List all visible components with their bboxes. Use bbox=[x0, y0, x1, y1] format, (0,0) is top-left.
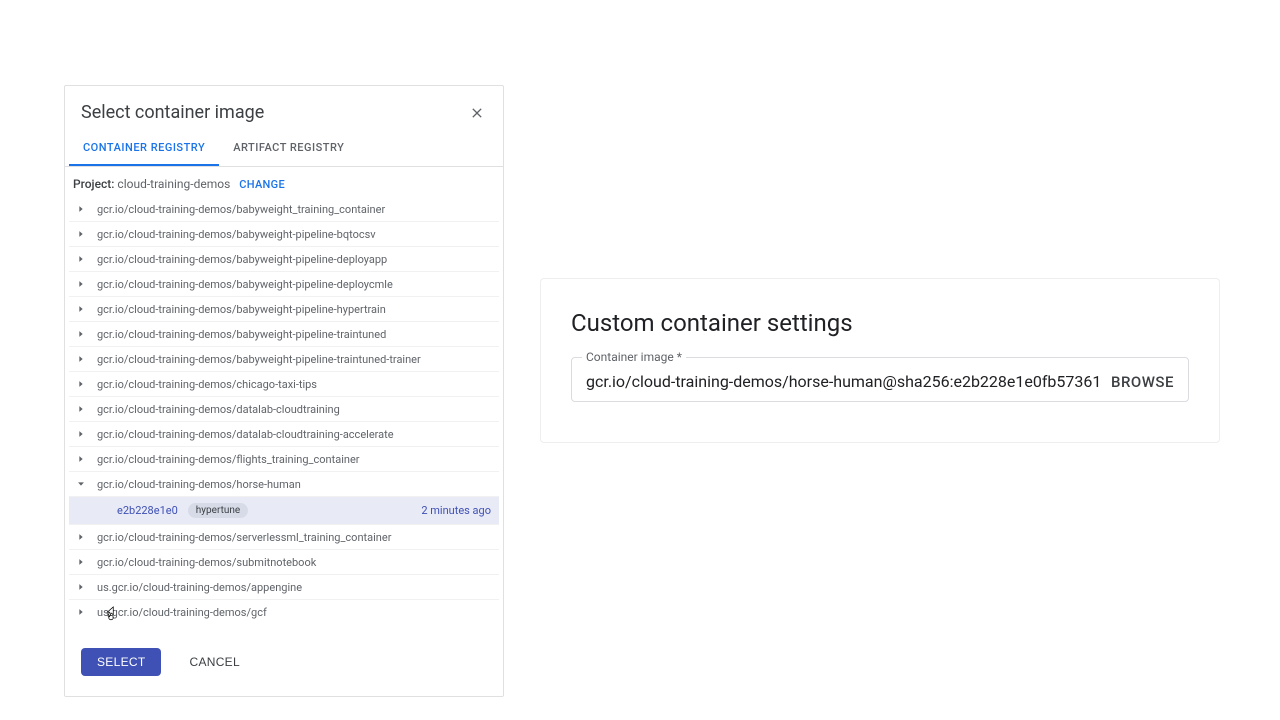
repo-path: gcr.io/cloud-training-demos/babyweight-p… bbox=[97, 353, 495, 366]
chevron-right-icon[interactable] bbox=[73, 554, 89, 570]
panel-title: Custom container settings bbox=[571, 309, 1189, 337]
dialog-actions: SELECT CANCEL bbox=[65, 632, 503, 696]
repo-row[interactable]: gcr.io/cloud-training-demos/babyweight-p… bbox=[69, 297, 499, 322]
repo-row[interactable]: gcr.io/cloud-training-demos/babyweight-p… bbox=[69, 322, 499, 347]
chevron-right-icon[interactable] bbox=[73, 301, 89, 317]
chevron-right-icon[interactable] bbox=[73, 451, 89, 467]
dialog-title: Select container image bbox=[81, 102, 264, 123]
project-name: cloud-training-demos bbox=[117, 177, 230, 191]
change-project-link[interactable]: CHANGE bbox=[239, 178, 285, 191]
project-row: Project: cloud-training-demos CHANGE bbox=[65, 167, 503, 197]
chevron-right-icon[interactable] bbox=[73, 401, 89, 417]
chevron-right-icon[interactable] bbox=[73, 529, 89, 545]
repo-row[interactable]: gcr.io/cloud-training-demos/datalab-clou… bbox=[69, 397, 499, 422]
chevron-down-icon[interactable] bbox=[73, 476, 89, 492]
repo-path: us.gcr.io/cloud-training-demos/gcf bbox=[97, 606, 495, 619]
repo-row[interactable]: gcr.io/cloud-training-demos/chicago-taxi… bbox=[69, 372, 499, 397]
tab-artifact-registry[interactable]: ARTIFACT REGISTRY bbox=[219, 131, 358, 166]
container-image-input[interactable]: gcr.io/cloud-training-demos/horse-human@… bbox=[586, 372, 1101, 391]
image-version-row[interactable]: e2b228e1e0 hypertune 2 minutes ago bbox=[69, 497, 499, 525]
select-button[interactable]: SELECT bbox=[81, 648, 161, 676]
repo-path: gcr.io/cloud-training-demos/datalab-clou… bbox=[97, 428, 495, 441]
chevron-right-icon[interactable] bbox=[73, 426, 89, 442]
dialog-header: Select container image bbox=[65, 86, 503, 131]
browse-button[interactable]: BROWSE bbox=[1111, 373, 1174, 391]
repo-path: gcr.io/cloud-training-demos/submitnotebo… bbox=[97, 556, 495, 569]
repo-row[interactable]: gcr.io/cloud-training-demos/babyweight-p… bbox=[69, 272, 499, 297]
repo-path: us.gcr.io/cloud-training-demos/appengine bbox=[97, 581, 495, 594]
repo-row[interactable]: gcr.io/cloud-training-demos/babyweight-p… bbox=[69, 247, 499, 272]
chevron-right-icon[interactable] bbox=[73, 276, 89, 292]
repo-row[interactable]: gcr.io/cloud-training-demos/babyweight-p… bbox=[69, 222, 499, 247]
image-time: 2 minutes ago bbox=[421, 504, 491, 517]
repo-path: gcr.io/cloud-training-demos/babyweight_t… bbox=[97, 203, 495, 216]
chevron-right-icon[interactable] bbox=[73, 376, 89, 392]
repo-row[interactable]: gcr.io/cloud-training-demos/submitnotebo… bbox=[69, 550, 499, 575]
chevron-right-icon[interactable] bbox=[73, 201, 89, 217]
repo-row[interactable]: us.gcr.io/cloud-training-demos/appengine bbox=[69, 575, 499, 600]
select-container-dialog: Select container image CONTAINER REGISTR… bbox=[64, 85, 504, 697]
image-tag: hypertune bbox=[188, 503, 248, 518]
chevron-right-icon[interactable] bbox=[73, 579, 89, 595]
field-label: Container image * bbox=[582, 350, 686, 364]
repo-path: gcr.io/cloud-training-demos/flights_trai… bbox=[97, 453, 495, 466]
close-icon[interactable] bbox=[467, 103, 487, 123]
repo-row[interactable]: gcr.io/cloud-training-demos/datalab-clou… bbox=[69, 422, 499, 447]
tab-container-registry[interactable]: CONTAINER REGISTRY bbox=[69, 131, 219, 166]
chevron-right-icon[interactable] bbox=[73, 326, 89, 342]
repo-path: gcr.io/cloud-training-demos/babyweight-p… bbox=[97, 228, 495, 241]
registry-tabs: CONTAINER REGISTRY ARTIFACT REGISTRY bbox=[65, 131, 503, 167]
repo-path: gcr.io/cloud-training-demos/datalab-clou… bbox=[97, 403, 495, 416]
repo-row[interactable]: us.gcr.io/cloud-training-demos/gcf bbox=[69, 600, 499, 624]
cancel-button[interactable]: CANCEL bbox=[173, 648, 255, 676]
repo-path: gcr.io/cloud-training-demos/babyweight-p… bbox=[97, 328, 495, 341]
repo-path: gcr.io/cloud-training-demos/serverlessml… bbox=[97, 531, 495, 544]
repo-tree: gcr.io/cloud-training-demos/babyweight_t… bbox=[65, 197, 503, 632]
image-hash: e2b228e1e0 bbox=[117, 504, 178, 517]
chevron-right-icon[interactable] bbox=[73, 251, 89, 267]
chevron-right-icon[interactable] bbox=[73, 604, 89, 620]
container-image-field: Container image * gcr.io/cloud-training-… bbox=[571, 357, 1189, 402]
repo-path: gcr.io/cloud-training-demos/horse-human bbox=[97, 478, 495, 491]
repo-row[interactable]: gcr.io/cloud-training-demos/horse-human bbox=[69, 472, 499, 497]
repo-row[interactable]: gcr.io/cloud-training-demos/flights_trai… bbox=[69, 447, 499, 472]
custom-container-panel: Custom container settings Container imag… bbox=[540, 278, 1220, 443]
chevron-right-icon[interactable] bbox=[73, 226, 89, 242]
repo-row[interactable]: gcr.io/cloud-training-demos/serverlessml… bbox=[69, 525, 499, 550]
repo-path: gcr.io/cloud-training-demos/chicago-taxi… bbox=[97, 378, 495, 391]
repo-row[interactable]: gcr.io/cloud-training-demos/babyweight-p… bbox=[69, 347, 499, 372]
repo-path: gcr.io/cloud-training-demos/babyweight-p… bbox=[97, 253, 495, 266]
repo-path: gcr.io/cloud-training-demos/babyweight-p… bbox=[97, 303, 495, 316]
chevron-right-icon[interactable] bbox=[73, 351, 89, 367]
repo-row[interactable]: gcr.io/cloud-training-demos/babyweight_t… bbox=[69, 197, 499, 222]
repo-path: gcr.io/cloud-training-demos/babyweight-p… bbox=[97, 278, 495, 291]
project-label: Project: bbox=[73, 177, 114, 191]
